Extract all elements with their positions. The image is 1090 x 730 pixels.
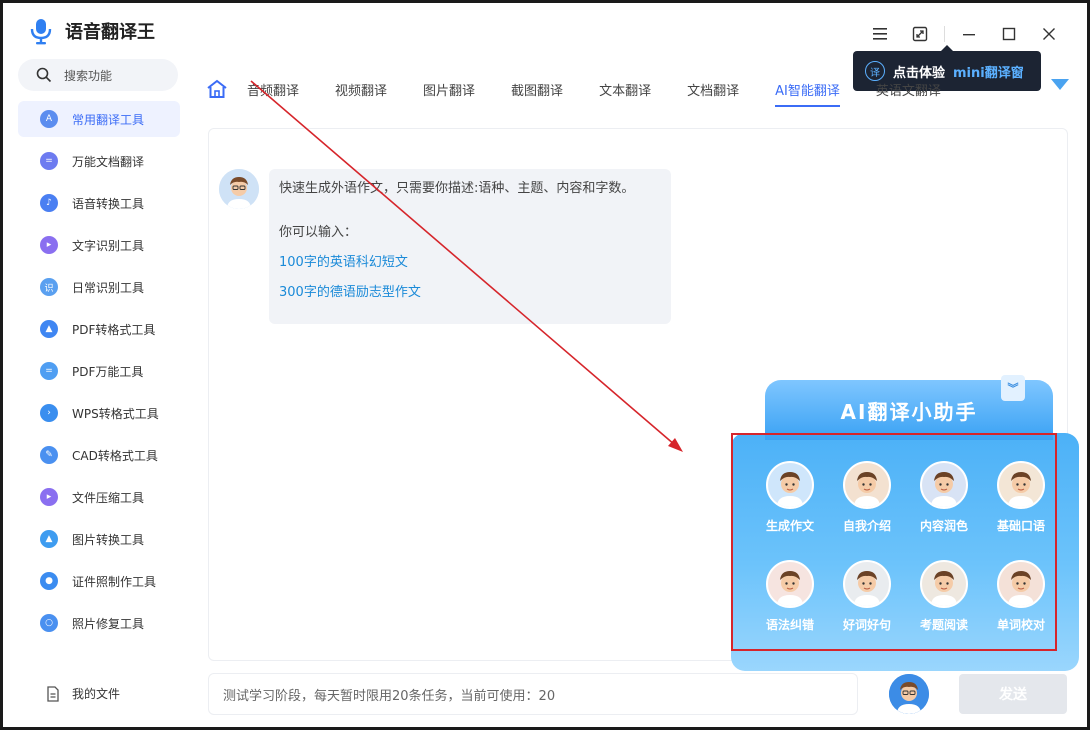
controls-divider [944,26,945,42]
example-prompt-2[interactable]: 300字的德语励志型作文 [279,285,661,301]
tab-bar: 音频翻译 视频翻译 图片翻译 截图翻译 文本翻译 文档翻译 AI智能翻译 英语文翻译 [203,71,1073,107]
home-icon[interactable] [203,75,231,103]
sidebar-item-label: CAD转格式工具 [72,448,158,463]
tab[interactable]: 英语文翻译 [876,71,941,107]
sidebar-item-label: 照片修复工具 [72,616,145,631]
sidebar-item[interactable]: = PDF万能工具 [18,353,180,389]
text-recognition-icon: ▸ [40,236,58,254]
sidebar-item-label: 图片转换工具 [72,532,145,547]
pdf-tool-icon: = [40,362,58,380]
photo-repair-icon: ○ [40,614,58,632]
pdf-convert-icon: ▲ [40,320,58,338]
sidebar-item[interactable]: ▸ 文字识别工具 [18,227,180,263]
tab[interactable]: 文本翻译 [599,71,651,107]
sidebar-item[interactable]: = 万能文档翻译 [18,143,180,179]
sidebar-item-label: 语音转换工具 [72,196,145,211]
mini-window-icon[interactable] [900,21,940,47]
sidebar-item[interactable]: ♪ 语音转换工具 [18,185,180,221]
compress-icon: ▸ [40,488,58,506]
bot-avatar [219,169,259,209]
example-prompt-1[interactable]: 100字的英语科幻短文 [279,255,661,271]
tabs-expand-icon[interactable] [1051,79,1069,90]
close-icon[interactable] [1029,21,1069,47]
scan-icon: 识 [40,278,58,296]
minimize-icon[interactable] [949,21,989,47]
input-text: 测试学习阶段，每天暂时限用20条任务，当前可使用：20 [223,688,556,704]
tab-list: 音频翻译 视频翻译 图片翻译 截图翻译 文本翻译 文档翻译 AI智能翻译 英语文翻译 [247,71,977,107]
annotation-box [731,433,1057,651]
id-photo-icon: ● [40,572,58,590]
tab[interactable]: AI智能翻译 [775,71,840,107]
app-window: 语音翻译王 译 点击体验 mini翻译窗 搜索功能 A 常用翻译工具 = 万能文档翻译… [0,0,1090,730]
search-input[interactable]: 搜索功能 [18,59,178,91]
cad-icon: ✎ [40,446,58,464]
search-icon [36,67,52,83]
app-name: 语音翻译王 [65,22,155,43]
sidebar-item-label: 日常识别工具 [72,280,145,295]
my-files-label: 我的文件 [72,687,121,701]
window-controls [860,21,1069,47]
sidebar-item-label: 常用翻译工具 [72,112,145,127]
sidebar-item-label: 证件照制作工具 [72,574,157,589]
maximize-icon[interactable] [989,21,1029,47]
sidebar: 搜索功能 A 常用翻译工具 = 万能文档翻译 ♪ 语音转换工具 ▸ 文字识别工具识日常识别工具… [6,55,191,730]
image-icon: ▲ [40,530,58,548]
wps-icon: › [40,404,58,422]
sidebar-item[interactable]: 识日常识别工具 [18,269,180,305]
music-icon: ♪ [40,194,58,212]
hint-text: 你可以输入： [279,225,358,240]
tab[interactable]: 图片翻译 [423,71,475,107]
tab[interactable]: 视频翻译 [335,71,387,107]
search-placeholder: 搜索功能 [64,68,113,83]
sidebar-item-label: WPS转格式工具 [72,406,159,421]
app-title-bar: 语音翻译王 [27,17,155,45]
sidebar-menu: A 常用翻译工具 = 万能文档翻译 ♪ 语音转换工具 ▸ 文字识别工具识日常识别工具 ▲ PDF转… [18,101,180,647]
translate-icon: A [40,110,58,128]
bot-message: 快速生成外语作文，只需要你描述:语种、主题、内容和字数。 你可以输入： 100字… [269,169,671,324]
intro-text: 快速生成外语作文，只需要你描述:语种、主题、内容和字数。 [279,181,635,196]
sidebar-item-label: PDF万能工具 [72,364,144,379]
sidebar-item[interactable]: › WPS转格式工具 [18,395,180,431]
microphone-logo-icon [27,17,55,45]
sidebar-item-label: 万能文档翻译 [72,154,145,169]
tab[interactable]: 音频翻译 [247,71,299,107]
sidebar-item[interactable]: A 常用翻译工具 [18,101,180,137]
document-icon: = [40,152,58,170]
assistant-title: AI翻译小助手 [840,399,978,424]
tab[interactable]: 文档翻译 [687,71,739,107]
sidebar-item[interactable]: ▲ PDF转格式工具 [18,311,180,347]
sidebar-item[interactable]: ○ 照片修复工具 [18,605,180,641]
sidebar-item[interactable]: ▸ 文件压缩工具 [18,479,180,515]
sidebar-item[interactable]: ▲ 图片转换工具 [18,521,180,557]
sidebar-item-label: 文件压缩工具 [72,490,145,505]
collapse-icon[interactable]: ︾ [1001,375,1025,401]
sidebar-item-label: 文字识别工具 [72,238,145,253]
tab[interactable]: 截图翻译 [511,71,563,107]
sidebar-item[interactable]: ✎ CAD转格式工具 [18,437,180,473]
sidebar-item-label: PDF转格式工具 [72,322,156,337]
my-files-link[interactable]: 我的文件 [46,685,120,702]
user-avatar [889,674,929,714]
file-icon [47,685,59,702]
assistant-header: AI翻译小助手 ︾ [765,375,1053,440]
sidebar-item[interactable]: ● 证件照制作工具 [18,563,180,599]
send-button[interactable]: 发送 [959,674,1067,714]
message-input[interactable]: 测试学习阶段，每天暂时限用20条任务，当前可使用：20 [208,673,858,715]
menu-icon[interactable] [860,21,900,47]
